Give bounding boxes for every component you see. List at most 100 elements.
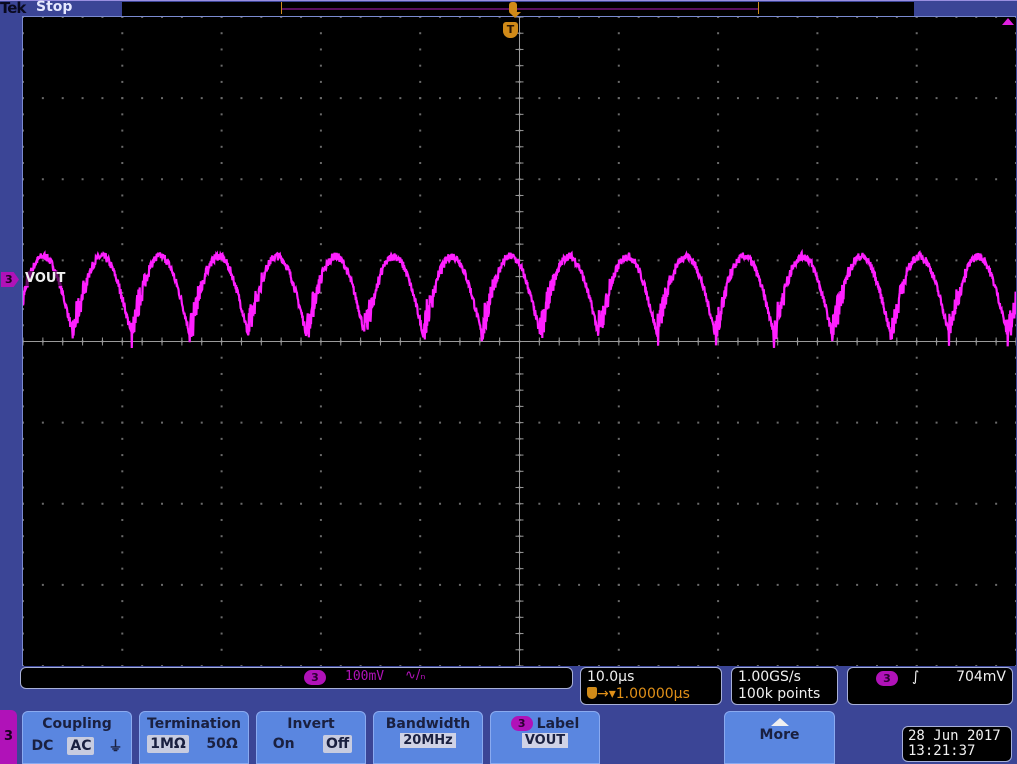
grid-dot: [915, 178, 918, 181]
grid-dot: [478, 583, 481, 586]
grid-dot: [61, 97, 64, 100]
grid-dot: [419, 178, 422, 181]
grid-dot: [260, 502, 263, 505]
grid-dot: [478, 421, 481, 424]
grid-dot: [975, 665, 978, 666]
grid-dot: [617, 32, 620, 35]
grid-dot: [796, 421, 799, 424]
bandwidth-button[interactable]: Bandwidth 20MHz: [373, 711, 483, 764]
coupling-button[interactable]: Coupling DC AC ⏚: [22, 711, 132, 764]
grid-dot: [300, 502, 303, 505]
grid-dot: [617, 632, 620, 635]
grid-dot: [200, 259, 203, 262]
grid-dot: [319, 80, 322, 83]
grid-dot: [776, 97, 779, 100]
grid-dot: [975, 583, 978, 586]
coupling-ac-option[interactable]: AC: [67, 737, 95, 755]
grid-dot: [915, 567, 918, 570]
grid-dot: [935, 259, 938, 262]
grid-dot: [717, 437, 720, 440]
grid-dot: [657, 259, 660, 262]
grid-dot: [1015, 454, 1016, 457]
grid-dot: [220, 632, 223, 635]
grid-dot: [319, 421, 322, 424]
grid-dot: [597, 421, 600, 424]
grid-dot: [955, 583, 958, 586]
invert-button[interactable]: Invert On Off: [256, 711, 366, 764]
termination-button[interactable]: Termination 1MΩ 50Ω: [139, 711, 249, 764]
grid-dot: [458, 583, 461, 586]
invert-off-option[interactable]: Off: [323, 735, 353, 753]
invert-on-option[interactable]: On: [270, 735, 298, 753]
grid-dot: [23, 178, 24, 181]
grid-dot: [875, 665, 878, 666]
grid-dot: [597, 17, 600, 18]
grid-dot: [816, 616, 819, 619]
grid-dot: [359, 178, 362, 181]
trigger-level-arrow-icon[interactable]: [1002, 18, 1014, 25]
grid-dot: [200, 178, 203, 181]
termination-1mohm-option[interactable]: 1MΩ: [147, 735, 189, 753]
ground-icon[interactable]: ⏚: [105, 735, 125, 757]
grid-dot: [220, 226, 223, 229]
grid-dot: [1015, 178, 1016, 181]
grid-dot: [439, 17, 442, 18]
acquisition-readout[interactable]: 1.00GS/s 100k points: [731, 667, 838, 705]
grid-dot: [816, 518, 819, 521]
grid-dot: [220, 437, 223, 440]
grid-dot: [915, 486, 918, 489]
grid-dot: [121, 80, 124, 83]
grid-dot: [717, 129, 720, 132]
channel-menu-tab[interactable]: 3: [0, 710, 17, 764]
grid-dot: [121, 210, 124, 213]
coupling-dc-option[interactable]: DC: [28, 737, 56, 755]
grid-dot: [657, 178, 660, 181]
grid-dot: [836, 259, 839, 262]
grid-dot: [161, 178, 164, 181]
grid-dot: [419, 259, 422, 262]
grid-dot: [756, 583, 759, 586]
trigger-position-indicator[interactable]: [509, 2, 521, 18]
grid-dot: [538, 259, 541, 262]
grid-dot: [756, 17, 759, 18]
termination-50ohm-option[interactable]: 50Ω: [203, 735, 240, 753]
grid-dot: [240, 421, 243, 424]
grid-dot: [895, 259, 898, 262]
grid-dot: [975, 421, 978, 424]
grid-dot: [379, 17, 382, 18]
grid-dot: [657, 583, 660, 586]
grid-dot: [578, 421, 581, 424]
grid-dot: [439, 178, 442, 181]
grid-dot: [439, 583, 442, 586]
grid-dot: [458, 665, 461, 666]
grid-dot: [637, 17, 640, 18]
grid-dot: [161, 17, 164, 18]
label-button[interactable]: 3 Label VOUT: [490, 711, 600, 764]
grid-dot: [816, 48, 819, 51]
grid-dot: [240, 259, 243, 262]
grid-dot: [240, 502, 243, 505]
grid-dot: [220, 389, 223, 392]
grid-dot: [617, 486, 620, 489]
grid-dot: [617, 567, 620, 570]
grid-dot: [23, 145, 24, 148]
channel-readout[interactable]: 3 100mV ∿/ₙ: [20, 667, 573, 689]
grid-dot: [220, 486, 223, 489]
grid-dot: [141, 178, 144, 181]
grid-dot: [399, 583, 402, 586]
more-button[interactable]: More: [724, 711, 835, 764]
grid-dot: [617, 48, 620, 51]
grid-dot: [220, 535, 223, 538]
grid-dot: [995, 502, 998, 505]
grid-dot: [478, 502, 481, 505]
grid-dot: [558, 178, 561, 181]
trigger-marker-icon[interactable]: T: [503, 22, 518, 38]
grid-dot: [220, 372, 223, 375]
grid-dot: [23, 616, 24, 619]
grid-dot: [856, 17, 859, 18]
grid-dot: [498, 665, 501, 666]
grid-dot: [816, 32, 819, 35]
grid-dot: [23, 64, 24, 67]
trigger-readout[interactable]: 3 ∫ 704mV: [847, 667, 1013, 705]
horizontal-readout[interactable]: 10.0µs →▾1.00000µs: [580, 667, 722, 705]
